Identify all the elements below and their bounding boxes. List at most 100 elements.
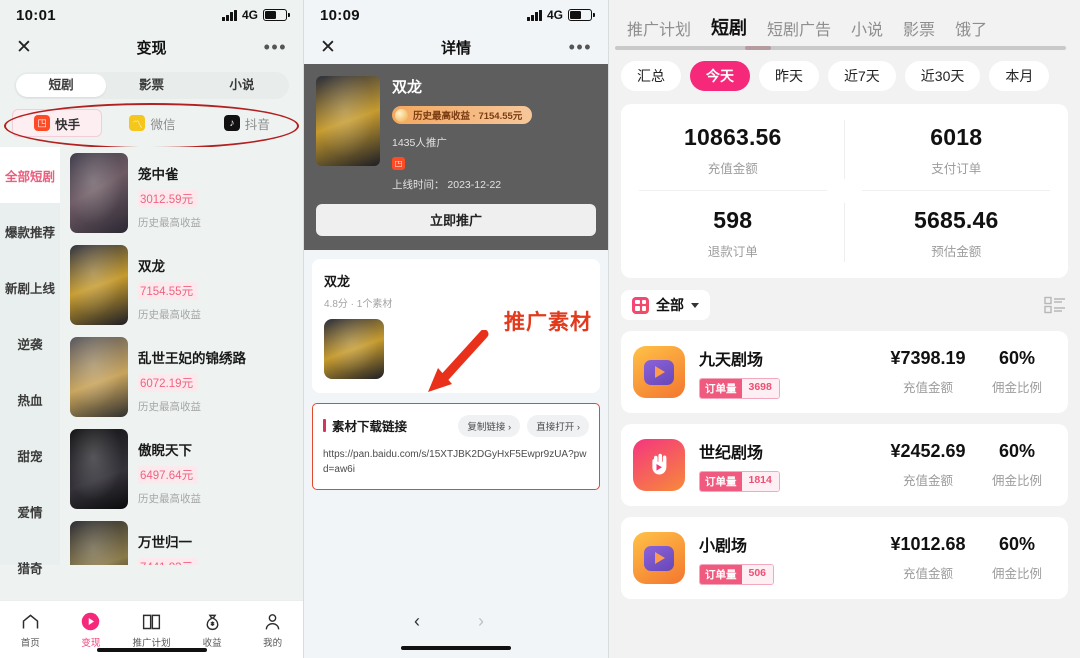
signal-icon bbox=[222, 9, 237, 21]
drama-caption: 历史最高收益 bbox=[138, 401, 201, 413]
drama-poster bbox=[70, 337, 128, 417]
row-main: 九天剧场 订单量 3698 bbox=[699, 346, 876, 399]
more-icon[interactable]: ••• bbox=[569, 38, 592, 56]
status-time: 10:09 bbox=[320, 6, 360, 24]
status-badge: 历史最高收益 · 7154.55元 bbox=[392, 106, 533, 124]
segment-duanju[interactable]: 短剧 bbox=[16, 74, 107, 97]
status-bar-left: 10:01 4G bbox=[0, 0, 303, 30]
download-label: 素材下载链接 bbox=[332, 420, 408, 434]
wechat-icon: 〽 bbox=[129, 115, 146, 131]
tv-play-icon bbox=[633, 532, 685, 584]
tab-xiaoshuo[interactable]: 小说 bbox=[851, 16, 883, 40]
drama-name: 笼中雀 bbox=[138, 167, 179, 182]
chevron-down-icon bbox=[691, 302, 699, 308]
prev-page-icon[interactable]: ‹ bbox=[414, 611, 420, 632]
material-thumbnail[interactable] bbox=[324, 318, 384, 379]
three-panel-screenshot: 10:01 4G ✕ 变现 ••• 短剧 影票 小说 ◳ 快手 〽 微信 ♪ 抖… bbox=[0, 0, 1080, 658]
tab-eleme[interactable]: 饿了 bbox=[955, 16, 987, 40]
more-icon[interactable]: ••• bbox=[264, 38, 287, 56]
chip-last30days[interactable]: 近30天 bbox=[904, 61, 981, 91]
tab-mine[interactable]: 我的 bbox=[242, 601, 303, 658]
download-header: 素材下载链接 复制链接 › 直接打开 › bbox=[323, 414, 589, 437]
list-item[interactable]: 万世归一 7441.83元 历史最高收益 bbox=[60, 515, 303, 565]
next-page-icon[interactable]: › bbox=[478, 611, 484, 632]
list-item[interactable]: 笼中雀 3012.59元 历史最高收益 bbox=[60, 147, 303, 239]
channel-douyin[interactable]: ♪ 抖音 bbox=[203, 109, 291, 137]
download-url[interactable]: https://pan.baidu.com/s/15XTJBK2DGyHxF5E… bbox=[323, 447, 589, 477]
close-icon[interactable]: ✕ bbox=[320, 38, 336, 57]
sidebar-item-aiqing[interactable]: 爱情 bbox=[0, 483, 60, 539]
sidebar-item-all[interactable]: 全部短剧 bbox=[0, 147, 60, 203]
sidebar-item-nixi[interactable]: 逆袭 bbox=[0, 315, 60, 371]
channel-kuaishou[interactable]: ◳ 快手 bbox=[12, 109, 103, 137]
sidebar-item-lieqi[interactable]: 猎奇 bbox=[0, 539, 60, 595]
copy-link-button[interactable]: 复制链接 › bbox=[458, 414, 521, 437]
drama-price: 6072.19元 bbox=[138, 374, 199, 392]
chip-yesterday[interactable]: 昨天 bbox=[759, 61, 819, 91]
page-title: 详情 bbox=[440, 39, 471, 57]
chip-summary[interactable]: 汇总 bbox=[621, 61, 681, 91]
row-rate: 60% bbox=[998, 441, 1036, 461]
list-item[interactable]: 傲睨天下 6497.64元 历史最高收益 bbox=[60, 423, 303, 515]
status-indicators: 4G bbox=[527, 8, 595, 22]
tab-mine-label: 我的 bbox=[263, 637, 283, 649]
chip-today[interactable]: 今天 bbox=[690, 61, 750, 91]
stat-refund-orders: 598 退款订单 bbox=[621, 191, 845, 274]
chip-this-month[interactable]: 本月 bbox=[989, 61, 1050, 91]
tab-duanju[interactable]: 短剧 bbox=[711, 14, 747, 40]
drama-poster bbox=[70, 245, 128, 325]
stat-label: 退款订单 bbox=[707, 245, 758, 259]
filter-all-dropdown[interactable]: 全部 bbox=[621, 290, 710, 320]
channel-kuaishou-label: 快手 bbox=[55, 117, 81, 132]
drama-caption: 历史最高收益 bbox=[138, 493, 201, 505]
drama-name: 傲睨天下 bbox=[138, 443, 192, 458]
row-amount: ¥1012.68 bbox=[890, 534, 966, 554]
order-count-badge: 订单量 3698 bbox=[699, 377, 780, 399]
table-row[interactable]: 小剧场 订单量 506 ¥1012.68 充值金额 60% 佣金比例 bbox=[621, 517, 1068, 599]
tab-home[interactable]: 首页 bbox=[0, 601, 61, 658]
download-link-box: 素材下载链接 复制链接 › 直接打开 › https://pan.baidu.c… bbox=[312, 402, 600, 490]
stat-estimated-amount: 5685.46 预估金额 bbox=[845, 191, 1069, 274]
segment-xiaoshuo[interactable]: 小说 bbox=[197, 74, 287, 97]
row-rate: 60% bbox=[998, 348, 1036, 368]
status-time: 10:01 bbox=[16, 6, 56, 24]
sidebar-item-tianchong[interactable]: 甜宠 bbox=[0, 427, 60, 483]
list-item[interactable]: 乱世王妃的锦绣路 6072.19元 历史最高收益 bbox=[60, 331, 303, 423]
stat-value: 5685.46 bbox=[913, 207, 999, 233]
row-amount-caption: 充值金额 bbox=[902, 567, 953, 581]
chip-last7days[interactable]: 近7天 bbox=[828, 61, 896, 91]
drama-poster bbox=[70, 153, 128, 233]
tab-yingpiao[interactable]: 影票 bbox=[903, 16, 935, 40]
promote-now-button[interactable]: 立即推广 bbox=[316, 203, 596, 236]
drama-list[interactable]: 笼中雀 3012.59元 历史最高收益 双龙 7154.55元 历史最高收益 乱… bbox=[60, 147, 303, 565]
sidebar-item-new[interactable]: 新剧上线 bbox=[0, 259, 60, 315]
accent-bar bbox=[323, 419, 326, 432]
open-directly-button[interactable]: 直接打开 › bbox=[527, 414, 589, 437]
tab-monetize-label: 变现 bbox=[81, 637, 101, 649]
detail-hero: 双龙 历史最高收益 · 7154.55元 1435人推广 ◳ 上线时间： 202… bbox=[304, 64, 608, 250]
battery-icon bbox=[568, 9, 595, 21]
sidebar-item-rexue[interactable]: 热血 bbox=[0, 371, 60, 427]
tab-promotion-plan[interactable]: 推广计划 bbox=[627, 16, 691, 40]
kuaishou-icon: ◳ bbox=[34, 115, 51, 131]
channel-douyin-label: 抖音 bbox=[244, 117, 270, 132]
filter-label: 全部 bbox=[656, 297, 684, 313]
list-view-icon[interactable] bbox=[1044, 296, 1066, 314]
stat-value: 598 bbox=[713, 207, 753, 233]
status-bar-mid: 10:09 4G bbox=[304, 0, 608, 30]
monetize-play-icon bbox=[80, 611, 101, 632]
panel-dashboard: 推广计划 短剧 短剧广告 小说 影票 饿了 汇总 今天 昨天 近7天 近30天 … bbox=[608, 0, 1080, 658]
channel-wechat[interactable]: 〽 微信 bbox=[108, 109, 196, 137]
close-icon[interactable]: ✕ bbox=[16, 38, 32, 57]
table-row[interactable]: 九天剧场 订单量 3698 ¥7398.19 充值金额 60% 佣金比例 bbox=[621, 331, 1068, 413]
list-item[interactable]: 双龙 7154.55元 历史最高收益 bbox=[60, 239, 303, 331]
tab-duanju-ads[interactable]: 短剧广告 bbox=[767, 16, 831, 40]
annotation-arrow-icon bbox=[428, 330, 489, 392]
table-row[interactable]: 世纪剧场 订单量 1814 ¥2452.69 充值金额 60% 佣金比例 bbox=[621, 424, 1068, 506]
drama-name: 乱世王妃的锦绣路 bbox=[138, 351, 246, 366]
segment-yingpiao[interactable]: 影票 bbox=[106, 74, 196, 97]
drama-meta: 笼中雀 3012.59元 历史最高收益 bbox=[138, 153, 201, 230]
tabs-scrollbar[interactable] bbox=[615, 46, 1066, 50]
sidebar-item-hot[interactable]: 爆款推荐 bbox=[0, 203, 60, 259]
segmented-control: 短剧 影票 小说 bbox=[14, 72, 289, 99]
